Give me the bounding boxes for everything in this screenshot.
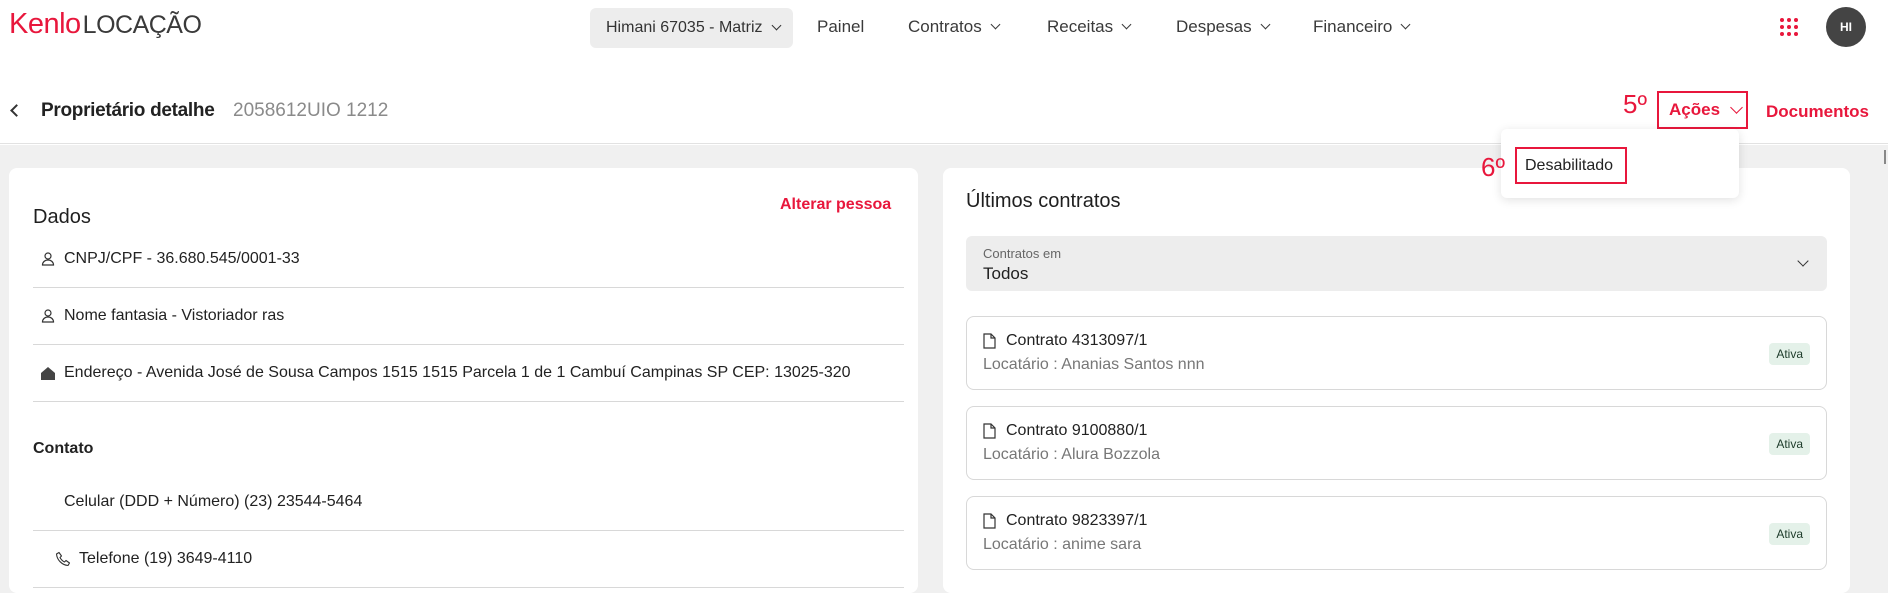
phone-icon — [55, 551, 71, 567]
contract-item[interactable]: Contrato 4313097/1 Locatário : Ananias S… — [966, 316, 1827, 390]
dados-row-text: Nome fantasia - Vistoriador ras — [64, 307, 285, 324]
dados-row-nome-fantasia: Nome fantasia - Vistoriador ras — [33, 288, 904, 345]
scrollbar[interactable] — [1884, 150, 1888, 164]
contato-row-text: Telefone (19) 3649-4110 — [79, 550, 253, 567]
page-id: 2058612UIO 1212 — [233, 100, 389, 121]
document-icon — [983, 513, 996, 529]
avatar[interactable]: HI — [1826, 7, 1866, 47]
document-icon — [983, 333, 996, 349]
nav-financeiro-label: Financeiro — [1313, 17, 1393, 36]
status-badge: Ativa — [1769, 523, 1810, 545]
logo-brand: Kenlo — [9, 8, 81, 40]
contract-tenant: Locatário : Alura Bozzola — [983, 446, 1160, 463]
back-arrow-icon[interactable] — [10, 104, 23, 117]
documentos-button[interactable]: Documentos — [1766, 102, 1869, 122]
contract-title: Contrato 9823397/1 — [1006, 512, 1148, 529]
nav-contratos-label: Contratos — [908, 17, 982, 36]
nav-painel[interactable]: Painel — [817, 17, 864, 37]
menu-item-desabilitado[interactable]: Desabilitado — [1515, 147, 1627, 184]
logo[interactable]: Kenlo LOCAÇÃO — [9, 8, 202, 41]
home-icon — [40, 365, 56, 381]
status-badge: Ativa — [1769, 433, 1810, 455]
nav-painel-label: Painel — [817, 17, 865, 36]
dados-title: Dados — [33, 206, 91, 228]
contract-title: Contrato 4313097/1 — [1006, 332, 1148, 349]
nav-contratos[interactable]: Contratos — [908, 17, 1001, 37]
logo-product: LOCAÇÃO — [82, 11, 202, 39]
alterar-pessoa-link[interactable]: Alterar pessoa — [780, 196, 891, 214]
contract-tenant: Locatário : Ananias Santos nnn — [983, 356, 1205, 373]
person-icon — [40, 251, 56, 267]
top-navigation: Kenlo LOCAÇÃO Himani 67035 - Matriz Pain… — [0, 0, 1888, 56]
person-icon — [40, 308, 56, 324]
chevron-down-icon — [1730, 101, 1743, 114]
nav-financeiro[interactable]: Financeiro — [1313, 17, 1411, 37]
filter-label: Contratos em — [983, 246, 1062, 261]
status-badge: Ativa — [1769, 343, 1810, 365]
apps-grid-icon[interactable] — [1780, 18, 1798, 36]
contato-label: Contato — [33, 440, 94, 457]
document-icon — [983, 423, 996, 439]
contract-item[interactable]: Contrato 9100880/1 Locatário : Alura Boz… — [966, 406, 1827, 480]
chevron-down-icon — [1400, 19, 1411, 30]
chevron-down-icon — [771, 20, 781, 31]
acoes-button[interactable]: Ações — [1657, 91, 1748, 129]
contato-row-text: Celular (DDD + Número) (23) 23544-5464 — [64, 493, 363, 510]
contract-title: Contrato 9100880/1 — [1006, 422, 1148, 439]
contato-row-celular: Celular (DDD + Número) (23) 23544-5464 — [33, 474, 904, 531]
contract-item[interactable]: Contrato 9823397/1 Locatário : anime sar… — [966, 496, 1827, 570]
nav-despesas-label: Despesas — [1176, 17, 1252, 36]
nav-despesas[interactable]: Despesas — [1176, 17, 1271, 37]
step-annotation-5: 5º — [1623, 89, 1647, 119]
contato-row-telefone: Telefone (19) 3649-4110 — [33, 531, 904, 588]
branch-selector-label: Himani 67035 - Matriz — [606, 19, 763, 36]
dados-row-text: CNPJ/CPF - 36.680.545/0001-33 — [64, 250, 300, 267]
nav-receitas-label: Receitas — [1047, 17, 1114, 36]
dados-row-cnpj: CNPJ/CPF - 36.680.545/0001-33 — [33, 231, 904, 288]
page-title: Proprietário detalhe — [41, 100, 215, 121]
dados-card: Dados Alterar pessoa CNPJ/CPF - 36.680.5… — [9, 168, 918, 593]
chevron-down-icon — [1121, 19, 1132, 30]
dados-row-endereco: Endereço - Avenida José de Sousa Campos … — [33, 345, 904, 402]
acoes-dropdown-menu: Desabilitado — [1501, 129, 1739, 198]
chevron-down-icon — [1797, 255, 1809, 267]
filter-value: Todos — [983, 264, 1029, 283]
contract-tenant: Locatário : anime sara — [983, 536, 1142, 553]
dados-row-text: Endereço - Avenida José de Sousa Campos … — [64, 364, 851, 381]
nav-receitas[interactable]: Receitas — [1047, 17, 1132, 37]
contratos-filter-select[interactable]: Contratos em Todos — [966, 236, 1827, 291]
avatar-initials: HI — [1840, 20, 1852, 34]
acoes-label: Ações — [1669, 100, 1721, 119]
branch-selector[interactable]: Himani 67035 - Matriz — [590, 8, 793, 48]
chevron-down-icon — [990, 19, 1001, 30]
chevron-down-icon — [1260, 19, 1271, 30]
step-annotation-6: 6º — [1481, 152, 1505, 182]
contratos-title: Últimos contratos — [966, 190, 1121, 212]
